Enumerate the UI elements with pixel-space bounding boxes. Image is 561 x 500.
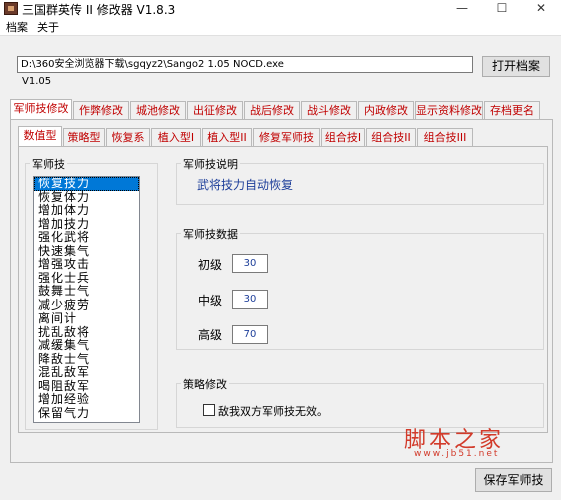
tab-strategic[interactable]: 策略型 — [63, 128, 105, 146]
level-label-medium: 中级 — [198, 294, 223, 308]
skill-data-legend: 军师技数据 — [181, 226, 240, 242]
app-icon — [4, 2, 18, 15]
skill-list-item[interactable]: 强化士兵 — [34, 271, 139, 286]
tab-domestic[interactable]: 内政修改 — [358, 101, 414, 119]
skill-description: 武将技力自动恢复 — [197, 178, 294, 192]
game-version: V1.05 — [22, 76, 52, 87]
tab-implant-2[interactable]: 植入型II — [202, 128, 252, 146]
skill-list-item[interactable]: 减少疲劳 — [34, 298, 139, 313]
window-title: 三国群英传 II 修改器 V1.8.3 — [22, 3, 176, 17]
skill-list-item[interactable]: 离间计 — [34, 311, 139, 326]
skill-list-item[interactable]: 减缓集气 — [34, 338, 139, 353]
skill-list-item[interactable]: 喝阻敌军 — [34, 379, 139, 394]
tab-expedition[interactable]: 出征修改 — [187, 101, 243, 119]
minimize-button[interactable]: — — [442, 0, 482, 18]
tab-city[interactable]: 城池修改 — [130, 101, 186, 119]
level-label-advanced: 高级 — [198, 328, 223, 342]
skill-list-item[interactable]: 降敌士气 — [34, 352, 139, 367]
skill-listbox[interactable]: 恢复技力 恢复体力 增加体力 增加技力 强化武将 快速集气 增强攻击 强化士兵 鼓舞士气 减少疲劳… — [33, 176, 140, 423]
skill-list-item[interactable]: 鼓舞士气 — [34, 284, 139, 299]
skill-list-item[interactable]: 混乱敌军 — [34, 365, 139, 380]
description-legend: 军师技说明 — [181, 156, 240, 172]
tab-repair-skill[interactable]: 修复军师技 — [253, 128, 320, 146]
skill-list-item[interactable]: 增加经验 — [34, 392, 139, 407]
skill-list-item[interactable]: 恢复体力 — [34, 190, 139, 205]
tab-numeric[interactable]: 数值型 — [18, 126, 62, 146]
main-tab-bar: 军师技修改 作弊修改 城池修改 出征修改 战后修改 战斗修改 内政修改 显示资料… — [10, 99, 555, 120]
skill-list-item[interactable]: 快速集气 — [34, 244, 139, 259]
open-file-button[interactable]: 打开档案 — [482, 56, 550, 77]
title-bar: 三国群英传 II 修改器 V1.8.3 — ☐ ✕ — [0, 0, 561, 18]
skill-list-item[interactable]: 扰乱敌将 — [34, 325, 139, 340]
save-skill-button[interactable]: 保存军师技 — [475, 468, 552, 492]
maximize-button[interactable]: ☐ — [482, 0, 522, 18]
tab-battle[interactable]: 战斗修改 — [301, 101, 357, 119]
skill-list-item[interactable]: 增加技力 — [34, 217, 139, 232]
skill-list-item[interactable]: 保留气力 — [34, 406, 139, 421]
disable-skills-label[interactable]: 敌我双方军师技无效。 — [218, 403, 328, 419]
tab-cheat[interactable]: 作弊修改 — [73, 101, 129, 119]
tab-implant-1[interactable]: 植入型I — [151, 128, 201, 146]
level-value-advanced[interactable]: 70 — [232, 325, 268, 344]
menu-about[interactable]: 关于 — [37, 19, 59, 35]
tab-combo-2[interactable]: 组合技II — [366, 128, 416, 146]
level-value-basic[interactable]: 30 — [232, 254, 268, 273]
menu-file[interactable]: 档案 — [6, 19, 28, 35]
skill-list-item[interactable]: 增加体力 — [34, 203, 139, 218]
tab-post-battle[interactable]: 战后修改 — [244, 101, 300, 119]
level-label-basic: 初级 — [198, 258, 223, 272]
tab-save-rename[interactable]: 存档更名 — [484, 101, 540, 119]
close-button[interactable]: ✕ — [521, 0, 561, 18]
strategy-legend: 策略修改 — [181, 376, 229, 392]
skill-list-item[interactable]: 恢复技力 — [34, 177, 139, 191]
skill-list-legend: 军师技 — [30, 156, 67, 172]
level-value-medium[interactable]: 30 — [232, 290, 268, 309]
watermark-url: www.jb51.net — [414, 449, 500, 459]
file-path-field[interactable]: D:\360安全浏览器下载\sgqyz2\Sango2 1.05 NOCD.ex… — [17, 56, 473, 73]
disable-skills-checkbox[interactable] — [203, 404, 215, 416]
tab-display-info[interactable]: 显示资料修改 — [415, 101, 483, 119]
tab-strategist-skill[interactable]: 军师技修改 — [10, 99, 72, 119]
skill-list-item[interactable]: 强化武将 — [34, 230, 139, 245]
skill-list-item[interactable]: 增强攻击 — [34, 257, 139, 272]
sub-tab-bar: 数值型 策略型 恢复系 植入型I 植入型II 修复军师技 组合技I 组合技II … — [18, 126, 478, 147]
tab-recovery[interactable]: 恢复系 — [106, 128, 150, 146]
tab-combo-3[interactable]: 组合技III — [417, 128, 473, 146]
menu-bar: 档案 关于 — [0, 18, 561, 36]
tab-combo-1[interactable]: 组合技I — [321, 128, 365, 146]
